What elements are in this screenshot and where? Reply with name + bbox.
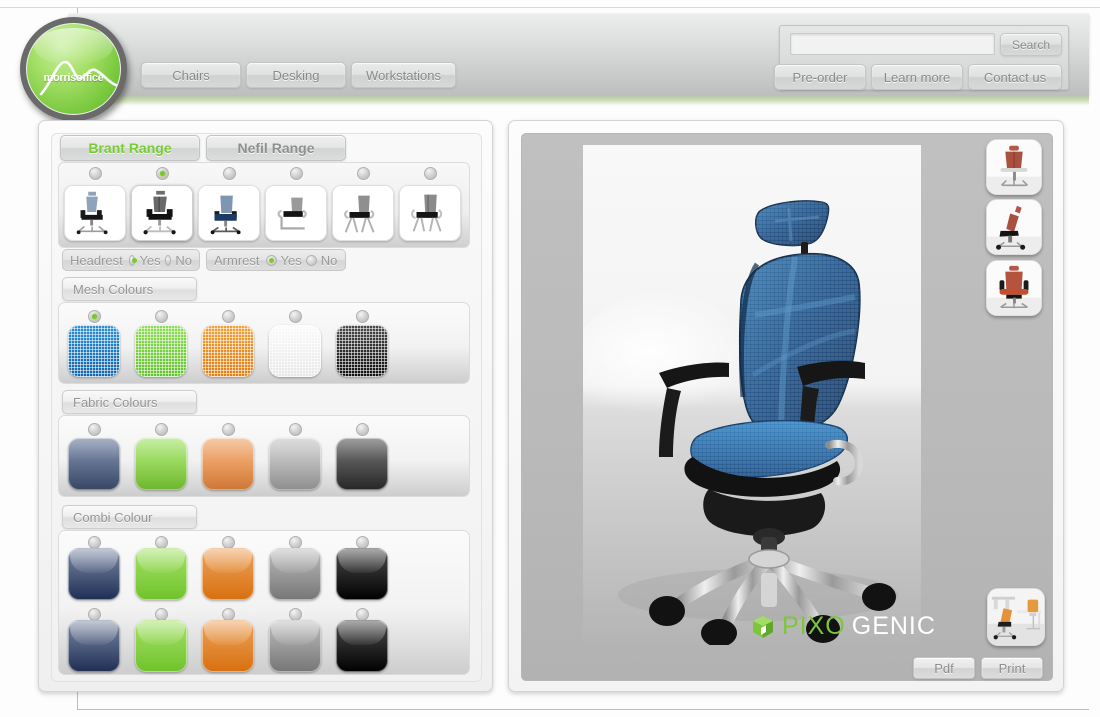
model-radio-6[interactable] — [424, 167, 437, 180]
chair-back-view-icon — [987, 140, 1041, 194]
model-radio-2[interactable] — [156, 167, 169, 180]
option-armrest[interactable]: Armrest Yes No — [206, 249, 346, 271]
mesh-colour-swatch-green[interactable] — [135, 325, 187, 377]
watermark-genic: GENIC — [851, 612, 936, 640]
option-headrest-no-label: No — [175, 252, 192, 268]
pixogenic-watermark: PIXO GENIC — [750, 612, 936, 641]
nav-item-chairs[interactable]: Chairs — [141, 62, 241, 88]
model-thumbnail-2[interactable] — [131, 185, 193, 241]
fabric-colour-swatch-grey[interactable] — [269, 438, 321, 490]
fabric-colour-swatch-orange[interactable] — [202, 438, 254, 490]
section-label-combi-colour[interactable]: Combi Colour — [62, 505, 197, 529]
fabric-colour-radio--4[interactable] — [289, 423, 302, 436]
view-back-thumbnail[interactable] — [986, 139, 1042, 195]
option-headrest-yes-radio[interactable] — [128, 254, 137, 266]
section-label-mesh-colours[interactable]: Mesh Colours — [62, 277, 197, 301]
pdf-button[interactable]: Pdf — [913, 657, 975, 679]
option-armrest-no-radio[interactable] — [305, 254, 317, 266]
fabric-colour-radio--3[interactable] — [222, 423, 235, 436]
fabric-colour-swatch-charcoal[interactable] — [336, 438, 388, 490]
preorder-button[interactable]: Pre-order — [774, 64, 866, 90]
fabric-colour-radio--2[interactable] — [155, 423, 168, 436]
section-label-fabric-colours[interactable]: Fabric Colours — [62, 390, 197, 414]
mesh-colour-radio--3[interactable] — [222, 310, 235, 323]
combi-colour-swatch-navy-row2[interactable] — [68, 620, 120, 672]
model-thumbnail-5[interactable] — [332, 185, 394, 241]
option-headrest-yes-label: Yes — [139, 252, 161, 268]
room-scene-thumbnail[interactable] — [987, 588, 1045, 646]
combi-colour-swatch-lime-green-row1[interactable] — [135, 548, 187, 600]
chair-render — [583, 145, 921, 645]
model-radio-1[interactable] — [89, 167, 102, 180]
chair-side-view-icon — [987, 200, 1041, 254]
mesh-colour-radio--1[interactable] — [88, 310, 101, 323]
option-headrest-label: Headrest — [70, 252, 123, 268]
mesh-colour-radio--5[interactable] — [356, 310, 369, 323]
header-accent-bar — [69, 95, 1089, 104]
view-front-thumbnail[interactable] — [986, 260, 1042, 316]
mesh-colour-swatch-orange[interactable] — [202, 325, 254, 377]
site-logo[interactable]: morrisoffice — [20, 17, 127, 121]
combi-colour-swatch-lime-green-row2[interactable] — [135, 620, 187, 672]
contact-us-button[interactable]: Contact us — [968, 64, 1062, 90]
product-preview-image — [583, 145, 921, 645]
search-button[interactable]: Search — [1000, 33, 1062, 56]
application-window: morrisoffice Chairs Desking Workstations… — [0, 0, 1100, 717]
watermark-pixo: PIXO — [782, 612, 846, 640]
combi-colour-swatch-navy-row1[interactable] — [68, 548, 120, 600]
search-input[interactable] — [790, 33, 995, 55]
fabric-colour-swatch-slate-blue[interactable] — [68, 438, 120, 490]
learn-more-button[interactable]: Learn more — [871, 64, 963, 90]
mesh-colour-swatch-white[interactable] — [269, 325, 321, 377]
print-button[interactable]: Print — [981, 657, 1043, 679]
option-armrest-no-label: No — [320, 252, 338, 268]
office-room-scene-icon — [988, 589, 1044, 645]
nav-item-workstations[interactable]: Workstations — [351, 62, 456, 88]
logo-disc: morrisoffice — [26, 23, 121, 115]
page-top-rule — [0, 7, 1100, 8]
option-armrest-label: Armrest — [214, 252, 260, 268]
combi-colour-swatch-black-row1[interactable] — [336, 548, 388, 600]
option-armrest-yes-label: Yes — [280, 252, 302, 268]
model-thumbnail-6[interactable] — [399, 185, 461, 241]
combi-colour-swatch-orange-row2[interactable] — [202, 620, 254, 672]
fabric-colour-radio--1[interactable] — [88, 423, 101, 436]
model-thumbnail-4[interactable] — [265, 185, 327, 241]
model-thumbnail-3[interactable] — [198, 185, 260, 241]
model-radio-4[interactable] — [290, 167, 303, 180]
mesh-colour-radio--4[interactable] — [289, 310, 302, 323]
pixogenic-cube-icon — [753, 615, 773, 638]
tab-brant-range[interactable]: Brant Range — [60, 135, 200, 161]
combi-colour-swatch-grey-row1[interactable] — [269, 548, 321, 600]
fabric-colour-swatch-lime-green[interactable] — [135, 438, 187, 490]
chair-front-view-icon — [987, 261, 1041, 315]
tab-nefil-range[interactable]: Nefil Range — [206, 135, 346, 161]
logo-wordmark: morrisoffice — [43, 72, 104, 84]
mesh-colour-radio--2[interactable] — [155, 310, 168, 323]
nav-item-desking[interactable]: Desking — [246, 62, 346, 88]
option-headrest[interactable]: Headrest Yes No — [62, 249, 200, 271]
combi-colour-swatch-black-row2[interactable] — [336, 620, 388, 672]
header-accent-fade — [69, 104, 1089, 107]
mesh-colour-swatch-black[interactable] — [336, 325, 388, 377]
mesh-colour-swatch-blue[interactable] — [68, 325, 120, 377]
page-bottom-rule — [77, 709, 1089, 710]
view-side-thumbnail[interactable] — [986, 199, 1042, 255]
model-thumbnail-1[interactable] — [64, 185, 126, 241]
combi-colour-swatch-orange-row1[interactable] — [202, 548, 254, 600]
model-radio-5[interactable] — [357, 167, 370, 180]
combi-colour-swatch-grey-row2[interactable] — [269, 620, 321, 672]
option-armrest-yes-radio[interactable] — [265, 254, 277, 266]
option-headrest-no-radio[interactable] — [164, 254, 172, 266]
model-radio-3[interactable] — [223, 167, 236, 180]
fabric-colour-radio--5[interactable] — [356, 423, 369, 436]
